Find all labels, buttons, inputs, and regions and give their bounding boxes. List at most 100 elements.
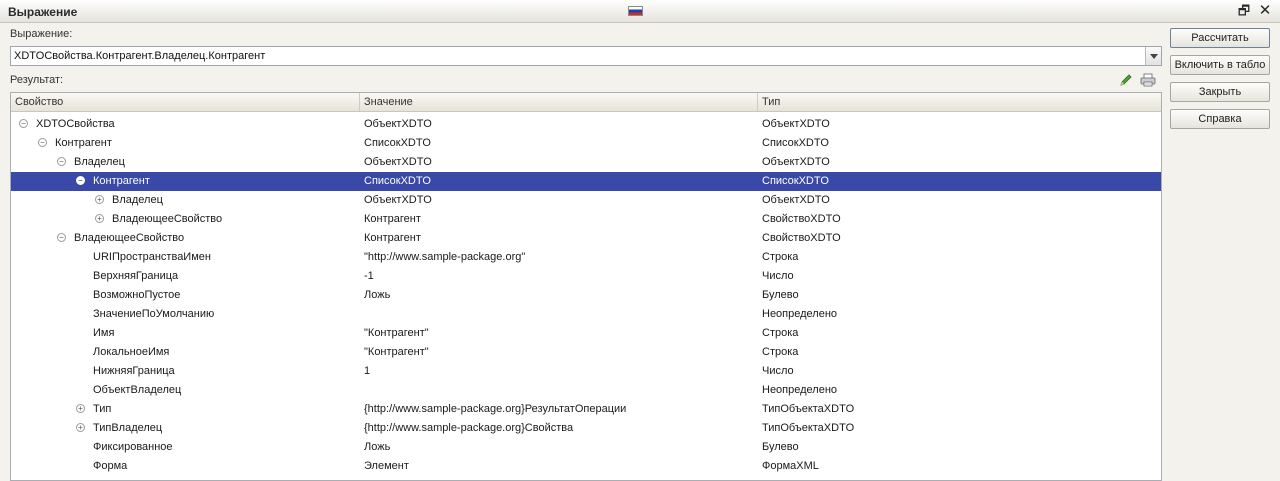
cell-value: "Контрагент" (364, 327, 429, 339)
column-header-type[interactable]: Тип (758, 93, 1161, 111)
include-in-board-button[interactable]: Включить в табло (1170, 55, 1270, 75)
collapse-icon[interactable]: − (76, 176, 85, 185)
cell-property: + Тип (11, 400, 360, 419)
property-name: ВладеющееСвойство (74, 232, 185, 244)
pencil-icon[interactable] (1119, 73, 1133, 87)
table-row[interactable]: + ВладеющееСвойство Контрагент СвойствоXDTO (11, 210, 1161, 229)
result-label: Результат: (10, 74, 64, 86)
collapse-icon[interactable]: − (38, 138, 47, 147)
close-button[interactable]: Закрыть (1170, 82, 1270, 102)
table-row[interactable]: ЗначениеПоУмолчанию Неопределено (11, 305, 1161, 324)
grid-header: Свойство Значение Тип (11, 93, 1161, 112)
expression-input[interactable]: XDTOСвойства.Контрагент.Владелец.Контраг… (14, 50, 265, 62)
cell-value (364, 381, 758, 400)
collapse-icon[interactable]: − (57, 157, 66, 166)
table-row[interactable]: + Тип {http://www.sample-package.org}Резул… (11, 400, 1161, 419)
table-row[interactable]: ВозможноПустое Ложь Булево (11, 286, 1161, 305)
cell-type: Строка (762, 251, 799, 263)
property-name: Контрагент (55, 137, 112, 149)
cell-value: Элемент (364, 460, 409, 472)
cell-property: + Владелец (11, 191, 360, 210)
cell-value: "http://www.sample-package.org" (364, 251, 526, 263)
result-tree-grid[interactable]: Свойство Значение Тип − XDTOСвойства Объек… (10, 92, 1162, 481)
cell-value: "Контрагент" (364, 346, 429, 358)
cell-type: Булево (762, 289, 799, 301)
cell-value: Контрагент (364, 213, 421, 225)
window-title: Выражение (8, 5, 78, 19)
expand-icon[interactable]: + (76, 404, 85, 413)
expand-icon[interactable]: + (76, 423, 85, 432)
table-row[interactable]: Фиксированное Ложь Булево (11, 438, 1161, 457)
property-name: Владелец (74, 156, 125, 168)
property-name: Форма (93, 460, 128, 472)
property-name: Контрагент (93, 175, 150, 187)
cell-type: СписокXDTO (762, 137, 829, 149)
column-header-property[interactable]: Свойство (11, 93, 360, 111)
cell-type: Число (762, 270, 794, 282)
expand-icon[interactable]: + (95, 214, 104, 223)
cell-type: ФормаXML (762, 460, 819, 472)
table-row[interactable]: − Контрагент СписокXDTO СписокXDTO (11, 172, 1161, 191)
cell-value: ОбъектXDTO (364, 156, 432, 168)
chevron-down-icon[interactable] (1145, 47, 1161, 65)
help-button[interactable]: Справка (1170, 109, 1270, 129)
property-name: ЗначениеПоУмолчанию (93, 308, 215, 320)
table-row[interactable]: + ТипВладелец {http://www.sample-package.o… (11, 419, 1161, 438)
cell-type: Строка (762, 346, 799, 358)
table-row[interactable]: − ВладеющееСвойство Контрагент СвойствоXDTO (11, 229, 1161, 248)
cell-property: − ВладеющееСвойство (11, 229, 360, 248)
property-name: ТипВладелец (93, 422, 163, 434)
table-row[interactable]: ОбъектВладелец Неопределено (11, 381, 1161, 400)
table-row[interactable]: ЛокальноеИмя "Контрагент" Строка (11, 343, 1161, 362)
cell-property: Имя (11, 324, 360, 343)
expression-combobox[interactable]: XDTOСвойства.Контрагент.Владелец.Контраг… (10, 46, 1162, 66)
window-titlebar: Выражение 🗗 ✕ (0, 0, 1280, 23)
cell-type: ТипОбъектаXDTO (762, 403, 855, 415)
table-row[interactable]: − Контрагент СписокXDTO СписокXDTO (11, 134, 1161, 153)
cell-value: {http://www.sample-package.org}Результат… (364, 403, 627, 415)
cell-property: ЛокальноеИмя (11, 343, 360, 362)
cell-property: − Контрагент (11, 134, 360, 153)
cell-value: {http://www.sample-package.org}Свойства (364, 422, 574, 434)
cell-value: ОбъектXDTO (364, 118, 432, 130)
property-name: XDTOСвойства (36, 118, 115, 130)
cell-value: -1 (364, 270, 374, 282)
column-header-value[interactable]: Значение (360, 93, 758, 111)
table-row[interactable]: + Владелец ОбъектXDTO ОбъектXDTO (11, 191, 1161, 210)
table-row[interactable]: ВерхняяГраница -1 Число (11, 267, 1161, 286)
cell-property: + ВладеющееСвойство (11, 210, 360, 229)
close-window-icon[interactable]: ✕ (1257, 3, 1273, 19)
cell-type: СвойствоXDTO (762, 213, 841, 225)
cell-value: СписокXDTO (364, 175, 431, 187)
table-row[interactable]: − Владелец ОбъектXDTO ОбъектXDTO (11, 153, 1161, 172)
table-row[interactable]: URIПространстваИмен "http://www.sample-pa… (11, 248, 1161, 267)
expression-label: Выражение: (10, 28, 73, 40)
calculate-button[interactable]: Рассчитать (1170, 28, 1270, 48)
cell-type: СвойствоXDTO (762, 232, 841, 244)
table-row[interactable]: Имя "Контрагент" Строка (11, 324, 1161, 343)
grid-rows: − XDTOСвойства ОбъектXDTO ОбъектXDTO − Контра… (11, 115, 1161, 476)
cell-value: Ложь (364, 441, 391, 453)
property-name: Владелец (112, 194, 163, 206)
cell-type: СписокXDTO (762, 175, 829, 187)
cell-type: Строка (762, 327, 799, 339)
cell-property: НижняяГраница (11, 362, 360, 381)
print-icon[interactable] (1140, 73, 1156, 87)
table-row[interactable]: НижняяГраница 1 Число (11, 362, 1161, 381)
collapse-icon[interactable]: − (57, 233, 66, 242)
table-row[interactable]: − XDTOСвойства ОбъектXDTO ОбъектXDTO (11, 115, 1161, 134)
cell-value: 1 (364, 365, 371, 377)
property-name: Фиксированное (93, 441, 173, 453)
table-row[interactable]: Форма Элемент ФормаXML (11, 457, 1161, 476)
cell-property: Форма (11, 457, 360, 476)
restore-window-icon[interactable]: 🗗 (1236, 3, 1252, 19)
property-name: ВерхняяГраница (93, 270, 179, 282)
property-name: НижняяГраница (93, 365, 175, 377)
collapse-icon[interactable]: − (19, 119, 28, 128)
expand-icon[interactable]: + (95, 195, 104, 204)
property-name: ЛокальноеИмя (93, 346, 170, 358)
cell-property: ВерхняяГраница (11, 267, 360, 286)
property-name: Тип (93, 403, 112, 415)
cell-type: Неопределено (762, 384, 838, 396)
cell-property: − Контрагент (11, 172, 360, 191)
